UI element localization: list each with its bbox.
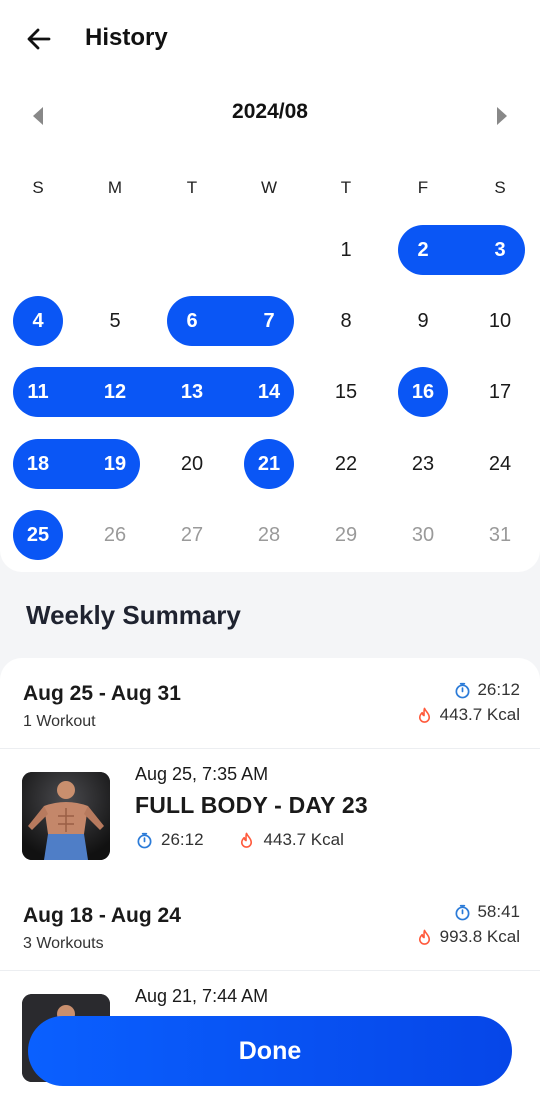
- calendar-day-9[interactable]: 9: [398, 296, 448, 346]
- calendar-day-5[interactable]: 5: [90, 296, 140, 346]
- calendar-day-27[interactable]: 27: [167, 510, 217, 560]
- workout-stats: 26:12 443.7 Kcal: [135, 830, 344, 850]
- month-label: 2024/08: [232, 100, 308, 123]
- calendar-day-22[interactable]: 22: [321, 439, 371, 489]
- weekly-summary-title: Weekly Summary: [26, 600, 241, 630]
- calendar-day-30[interactable]: 30: [398, 510, 448, 560]
- week-range: Aug 18 - Aug 24: [23, 904, 181, 927]
- next-month-button[interactable]: [488, 102, 516, 130]
- calendar-day-28[interactable]: 28: [244, 510, 294, 560]
- weekday-label: W: [260, 178, 278, 197]
- workout-date: Aug 21, 7:44 AM: [135, 986, 269, 1006]
- calendar-day-10[interactable]: 10: [475, 296, 525, 346]
- triangle-right-icon: [497, 107, 507, 125]
- calendar-day-29[interactable]: 29: [321, 510, 371, 560]
- calendar-day-7[interactable]: 7: [244, 296, 294, 346]
- week-duration: 26:12: [453, 680, 520, 700]
- calendar-day-4[interactable]: 4: [13, 296, 63, 346]
- calendar-day-15[interactable]: 15: [321, 367, 371, 417]
- week-calories: 993.8 Kcal: [416, 927, 520, 947]
- calendar-day-11[interactable]: 11: [13, 367, 63, 417]
- weekday-label: T: [186, 178, 198, 197]
- calendar-day-13[interactable]: 13: [167, 367, 217, 417]
- calendar-day-6[interactable]: 6: [167, 296, 217, 346]
- calendar-day-3[interactable]: 3: [475, 225, 525, 275]
- flame-icon: [416, 706, 434, 724]
- timer-icon: [453, 903, 471, 921]
- weekday-label: S: [32, 178, 44, 197]
- page-title: History: [85, 24, 168, 51]
- calendar-day-1[interactable]: 1: [321, 225, 371, 275]
- divider: [0, 748, 540, 749]
- calendar-day-26[interactable]: 26: [90, 510, 140, 560]
- week-duration: 58:41: [453, 902, 520, 922]
- workout-duration: 26:12: [161, 830, 204, 849]
- week-calories: 443.7 Kcal: [416, 705, 520, 725]
- divider: [0, 970, 540, 971]
- flame-icon: [238, 831, 256, 849]
- timer-icon: [453, 681, 471, 699]
- week-range: Aug 25 - Aug 31: [23, 682, 181, 705]
- weekday-label: S: [494, 178, 506, 197]
- calendar-day-2[interactable]: 2: [398, 225, 448, 275]
- done-button[interactable]: Done: [28, 1016, 512, 1086]
- workout-name: FULL BODY - DAY 23: [135, 792, 368, 818]
- arrow-left-icon: [27, 28, 51, 50]
- calendar-day-25[interactable]: 25: [13, 510, 63, 560]
- week-summary-row[interactable]: Aug 18 - Aug 24 3 Workouts 58:41 993.8 K…: [0, 880, 540, 970]
- calendar-day-17[interactable]: 17: [475, 367, 525, 417]
- timer-icon: [135, 831, 153, 849]
- month-navigator: 2024/08: [0, 96, 540, 136]
- calendar-day-16[interactable]: 16: [398, 367, 448, 417]
- calendar-day-24[interactable]: 24: [475, 439, 525, 489]
- calendar-day-23[interactable]: 23: [398, 439, 448, 489]
- week-summary-row[interactable]: Aug 25 - Aug 31 1 Workout 26:12 443.7 Kc…: [0, 658, 540, 748]
- weekday-label: F: [417, 178, 429, 197]
- workout-thumbnail: [22, 772, 110, 860]
- flame-icon: [416, 928, 434, 946]
- workout-count: 3 Workouts: [23, 935, 104, 952]
- workout-count: 1 Workout: [23, 713, 96, 730]
- workout-calories: 443.7 Kcal: [263, 830, 344, 849]
- calendar-day-19[interactable]: 19: [90, 439, 140, 489]
- app-header: History: [0, 0, 540, 78]
- calendar-day-14[interactable]: 14: [244, 367, 294, 417]
- calendar-day-18[interactable]: 18: [13, 439, 63, 489]
- weekday-header: SMTWTFS: [0, 178, 540, 204]
- calendar-day-21[interactable]: 21: [244, 439, 294, 489]
- workout-item[interactable]: Aug 25, 7:35 AM FULL BODY - DAY 23 26:12…: [0, 750, 540, 880]
- weekday-label: T: [340, 178, 352, 197]
- calendar-day-8[interactable]: 8: [321, 296, 371, 346]
- weekday-label: M: [107, 178, 123, 197]
- calendar-panel: History 2024/08 SMTWTFS 1 2 3 4 5 6 7 8 9 10 11 12 1…: [0, 0, 540, 572]
- workout-date: Aug 25, 7:35 AM: [135, 764, 269, 784]
- calendar-day-12[interactable]: 12: [90, 367, 140, 417]
- calendar-day-20[interactable]: 20: [167, 439, 217, 489]
- back-button[interactable]: [22, 22, 56, 56]
- calendar-day-31[interactable]: 31: [475, 510, 525, 560]
